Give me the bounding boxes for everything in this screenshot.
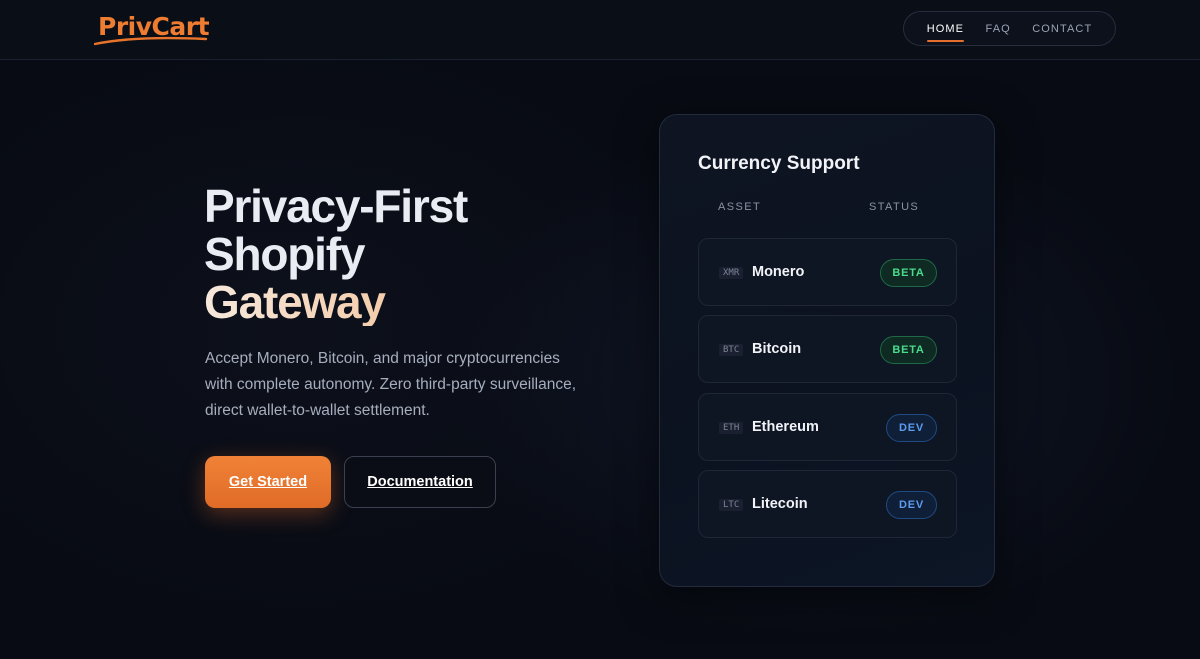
currency-row-bitcoin: BTC Bitcoin BETA: [698, 315, 957, 383]
currency-row-monero: XMR Monero BETA: [698, 238, 957, 306]
status-badge: DEV: [886, 491, 937, 519]
hero-title: Privacy-First Shopify Gateway: [204, 182, 584, 326]
column-header-asset: ASSET: [718, 201, 762, 213]
hero-description: Accept Monero, Bitcoin, and major crypto…: [205, 350, 577, 419]
logo-swoosh-icon: [94, 36, 208, 46]
asset-name: Ethereum: [752, 419, 819, 435]
site-header: PrivCart HOME FAQ CONTACT: [0, 0, 1200, 60]
asset-name: Bitcoin: [752, 341, 802, 357]
currency-row-litecoin: LTC Litecoin DEV: [698, 470, 957, 538]
asset-name: Monero: [752, 264, 805, 280]
card-title: Currency Support: [698, 153, 860, 174]
status-badge: DEV: [886, 414, 937, 442]
nav-faq[interactable]: FAQ: [986, 23, 1011, 35]
get-started-button[interactable]: Get Started: [205, 456, 331, 508]
ticker-label: LTC: [719, 499, 744, 511]
asset-name: Litecoin: [752, 496, 808, 512]
privcart-logo[interactable]: PrivCart: [94, 10, 210, 50]
column-header-status: STATUS: [869, 201, 920, 213]
nav-contact[interactable]: CONTACT: [1032, 23, 1092, 35]
hero-title-line-2: Shopify: [204, 228, 365, 280]
ticker-label: BTC: [719, 344, 744, 356]
ticker-label: XMR: [719, 267, 744, 279]
currency-support-card: Currency Support ASSET STATUS XMR Monero…: [659, 114, 995, 587]
status-badge: BETA: [880, 336, 937, 364]
currency-row-ethereum: ETH Ethereum DEV: [698, 393, 957, 461]
hero-title-line-1: Privacy-First: [204, 180, 468, 232]
main-nav: HOME FAQ CONTACT: [903, 11, 1116, 46]
hero-title-line-3: Gateway: [204, 278, 584, 326]
documentation-button[interactable]: Documentation: [344, 456, 496, 508]
status-badge: BETA: [880, 259, 937, 287]
ticker-label: ETH: [719, 422, 744, 434]
nav-home[interactable]: HOME: [926, 23, 965, 42]
